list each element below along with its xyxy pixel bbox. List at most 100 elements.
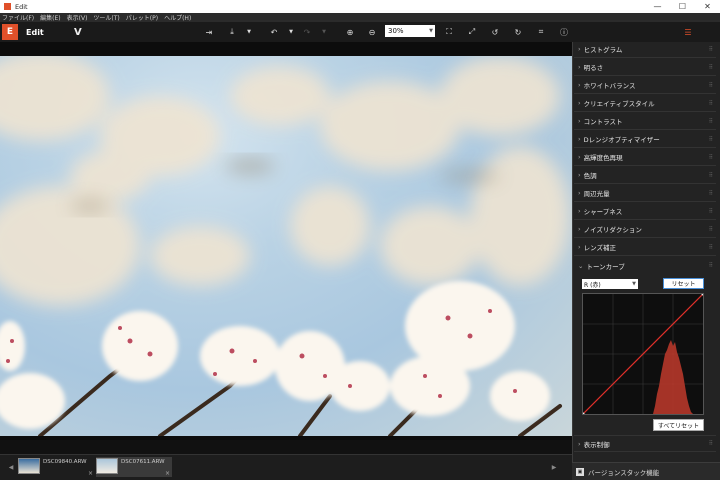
filmstrip-left-icon[interactable]: ◀ [5,461,17,473]
drag-handle-icon[interactable]: ⠿ [709,64,714,71]
chevron-right-icon: › [578,207,581,215]
section-display-control[interactable]: › 表示制御 ⠿ [574,435,716,452]
minimize-button[interactable]: — [645,2,670,11]
undo-icon[interactable]: ↶ [268,26,280,38]
close-thumbnail-icon[interactable]: × [88,470,93,477]
version-stack-icon: ▣ [576,467,584,476]
tone-curve-editor[interactable] [581,292,705,416]
drag-handle-icon[interactable]: ⠿ [709,262,714,269]
chevron-right-icon: › [578,243,581,251]
menu-palette[interactable]: パレット(P) [126,13,158,22]
v-logo: V [74,26,82,38]
section-lens-correction[interactable]: › レンズ補正 ⠿ [574,239,716,256]
chevron-down-icon: ▼ [429,28,433,34]
crop-icon[interactable]: ⌗ [535,26,547,38]
chevron-right-icon: › [578,189,581,197]
chevron-right-icon: › [578,439,581,448]
chevron-right-icon: › [578,225,581,233]
drag-handle-icon[interactable]: ⠿ [709,244,714,251]
chevron-right-icon: › [578,171,581,179]
section-highlight-color[interactable]: › 高輝度色再現 ⠿ [574,149,716,166]
fit-screen-icon[interactable]: ⛶ [443,26,455,38]
chevron-down-icon: ▼ [632,281,636,287]
chevron-right-icon: › [578,81,581,89]
tone-curve-graph [581,292,705,416]
photo-content [0,56,570,436]
filmstrip-item[interactable]: DSC09840.ARW × [18,457,95,477]
section-brightness[interactable]: › 明るさ ⠿ [574,59,716,76]
rotate-right-icon[interactable]: ↻ [512,26,524,38]
drag-handle-icon[interactable]: ⠿ [709,118,714,125]
drag-handle-icon[interactable]: ⠿ [709,82,714,89]
drag-handle-icon[interactable]: ⠿ [709,440,714,447]
mode-title: Edit [26,27,44,37]
drag-handle-icon[interactable]: ⠿ [709,154,714,161]
section-histogram[interactable]: › ヒストグラム ⠿ [574,41,716,58]
thumbnail-filename: DSC09840.ARW [43,459,87,465]
close-window-button[interactable]: ✕ [695,2,720,11]
export-icon[interactable]: ⇥ [203,26,215,38]
redo-icon[interactable]: ↷ [301,26,313,38]
save-dropdown-icon[interactable]: ▼ [243,26,255,38]
menu-edit[interactable]: 編集(E) [40,13,60,22]
redo-dropdown-icon[interactable]: ▼ [318,26,330,38]
tone-channel-select[interactable]: R (赤) ▼ [582,279,638,289]
drag-handle-icon[interactable]: ⠿ [709,172,714,179]
drag-handle-icon[interactable]: ⠿ [709,100,714,107]
drag-handle-icon[interactable]: ⠿ [709,46,714,53]
undo-dropdown-icon[interactable]: ▼ [285,26,297,38]
chevron-down-icon: ⌄ [578,261,584,270]
drag-handle-icon[interactable]: ⠿ [709,190,714,197]
section-d-range[interactable]: › Dレンジオプティマイザー ⠿ [574,131,716,148]
window-title: Edit [15,2,28,11]
tone-channel-value: R (赤) [584,281,601,289]
section-contrast[interactable]: › コントラスト ⠿ [574,113,716,130]
cherry-blossom-photo [0,56,572,436]
save-icon[interactable]: ⤓ [226,26,238,38]
app-icon [4,3,11,10]
reset-button[interactable]: リセット [663,278,704,289]
chevron-right-icon: › [578,45,581,53]
image-preview[interactable] [0,42,572,440]
menu-tools[interactable]: ツール(T) [93,13,119,22]
thumbnail-filename: DSC07611.ARW [121,459,165,465]
chevron-right-icon: › [578,117,581,125]
section-vignette[interactable]: › 周辺光量 ⠿ [574,185,716,202]
info-icon[interactable]: ⓘ [558,26,570,38]
zoom-select[interactable]: 30% ▼ [385,25,435,37]
thumbnail-image [18,458,40,474]
zoom-out-icon[interactable]: ⊖ [366,26,378,38]
histogram-shape [653,340,693,414]
section-sharpness[interactable]: › シャープネス ⠿ [574,203,716,220]
drag-handle-icon[interactable]: ⠿ [709,208,714,215]
drag-handle-icon[interactable]: ⠿ [709,226,714,233]
filmstrip-right-icon[interactable]: ▶ [548,461,560,473]
app-logo-icon: E [2,24,18,40]
section-white-balance[interactable]: › ホワイトバランス ⠿ [574,77,716,94]
menu-file[interactable]: ファイル(F) [2,13,34,22]
zoom-value: 30% [388,27,404,35]
menu-view[interactable]: 表示(V) [67,13,88,22]
version-stack-bar[interactable]: ▣ バージョンスタック機能 [572,462,720,480]
chevron-right-icon: › [578,63,581,71]
toolbar: E Edit V [0,22,720,42]
reset-all-button[interactable]: すべてリセット [653,419,704,431]
maximize-button[interactable]: ☐ [670,2,695,11]
thumbnail-image [96,458,118,474]
version-stack-label: バージョンスタック機能 [588,468,660,477]
close-thumbnail-icon[interactable]: × [165,470,170,477]
menu-help[interactable]: ヘルプ(H) [164,13,191,22]
adjustments-icon[interactable]: ☰ [682,26,694,38]
chevron-right-icon: › [578,99,581,107]
section-color-tone[interactable]: › 色調 ⠿ [574,167,716,184]
rotate-left-icon[interactable]: ↺ [489,26,501,38]
section-noise-reduction[interactable]: › ノイズリダクション ⠿ [574,221,716,238]
section-creative-style[interactable]: › クリエイティブスタイル ⠿ [574,95,716,112]
drag-handle-icon[interactable]: ⠿ [709,136,714,143]
filmstrip-item-selected[interactable]: DSC07611.ARW × [96,457,172,477]
menu-bar: ファイル(F) 編集(E) 表示(V) ツール(T) パレット(P) ヘルプ(H… [0,13,720,22]
section-tone-curve[interactable]: ⌄ トーンカーブ ⠿ [574,257,716,274]
chevron-right-icon: › [578,153,581,161]
actual-size-icon[interactable]: ⤢ [466,26,478,38]
zoom-in-icon[interactable]: ⊕ [344,26,356,38]
